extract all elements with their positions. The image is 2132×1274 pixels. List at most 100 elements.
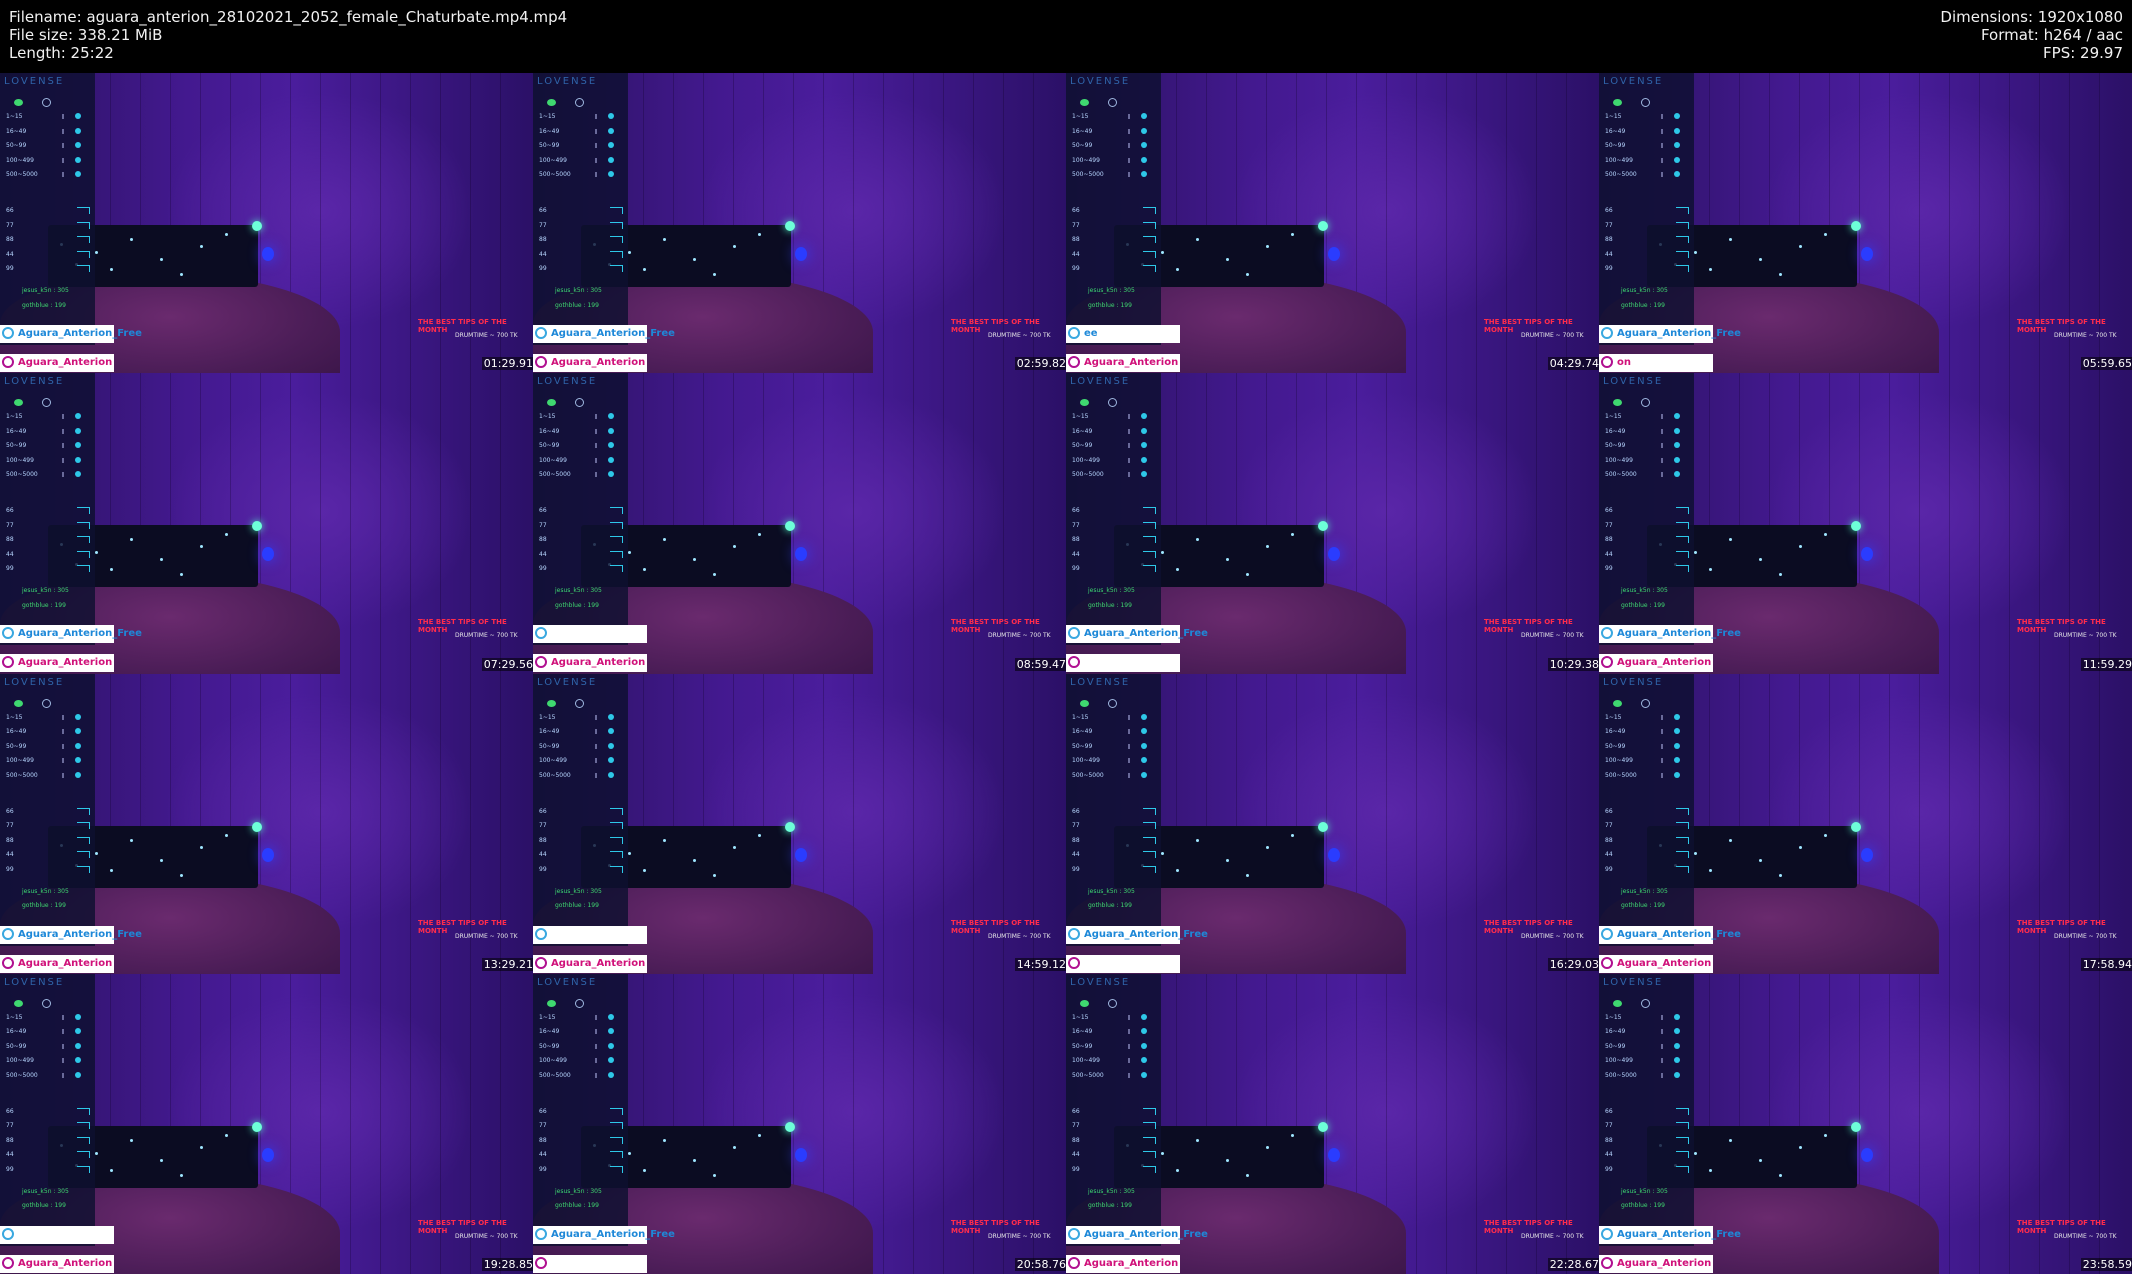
green-status-icon bbox=[1080, 99, 1089, 106]
blue-lamp bbox=[1328, 547, 1340, 562]
level-bar bbox=[1661, 157, 1663, 163]
vibe-icon bbox=[1674, 471, 1680, 478]
vibe-icon bbox=[608, 471, 614, 478]
level-bar bbox=[62, 457, 64, 463]
badge-free-text: Aguara_Anterion_Free bbox=[1084, 1228, 1208, 1240]
level-label: 16~49 bbox=[1072, 728, 1093, 735]
top-tipper: gothblue : 199 bbox=[22, 601, 66, 609]
vibe-icon bbox=[75, 427, 81, 434]
wall-stripe bbox=[913, 973, 914, 1274]
video-thumbnail[interactable]: LOVENSE 1~15 16~49 50~99 100~499 500~5000 66 77… bbox=[1066, 673, 1599, 974]
pattern-label: 88 bbox=[1605, 236, 1613, 243]
vibe-icon bbox=[1141, 471, 1147, 478]
video-thumbnail[interactable]: LOVENSE 1~15 16~49 50~99 100~499 500~5000 66 77… bbox=[533, 373, 1066, 674]
wall-stripe bbox=[350, 373, 351, 674]
led-light bbox=[110, 268, 113, 271]
drumtime-text: DRUMTIME ~ 700 TK bbox=[988, 332, 1051, 339]
level-bar bbox=[1661, 443, 1663, 449]
green-lamp bbox=[785, 1121, 795, 1132]
vibe-icon bbox=[75, 442, 81, 449]
level-label: 100~499 bbox=[6, 757, 34, 764]
level-label: 1~15 bbox=[1605, 713, 1622, 721]
lovense-panel: LOVENSE 1~15 16~49 50~99 100~499 500~5000 66 77… bbox=[1066, 73, 1161, 345]
pattern-wave-icon bbox=[610, 851, 623, 858]
wall-stripe bbox=[1979, 673, 1980, 974]
clock-icon bbox=[1641, 98, 1650, 107]
video-thumbnail[interactable]: LOVENSE 1~15 16~49 50~99 100~499 500~5000 66 77… bbox=[1599, 973, 2132, 1274]
pattern-wave-icon bbox=[77, 807, 90, 815]
lovense-logo: LOVENSE bbox=[537, 976, 598, 988]
vibe-icon bbox=[1674, 1028, 1680, 1035]
pattern-wave-icon bbox=[1143, 1122, 1156, 1130]
vibe-icon bbox=[1674, 1013, 1680, 1020]
clock-icon bbox=[1641, 998, 1650, 1008]
top-tipper: gothblue : 199 bbox=[555, 301, 599, 309]
thumbnail-timestamp: 22:28.67 bbox=[1547, 1258, 1599, 1271]
level-label: 100~499 bbox=[1072, 757, 1100, 764]
video-thumbnail[interactable]: LOVENSE 1~15 16~49 50~99 100~499 500~5000 66 77… bbox=[1599, 73, 2132, 374]
file-info: Filename: aguara_anterion_28102021_2052_… bbox=[9, 8, 567, 62]
pattern-wave-icon bbox=[1676, 507, 1689, 515]
wall-stripe bbox=[380, 73, 381, 374]
wall-stripe bbox=[1979, 373, 1980, 674]
wall-stripe bbox=[2009, 673, 2010, 974]
wall-stripe bbox=[2009, 73, 2010, 374]
pattern-label: 88 bbox=[1605, 836, 1613, 844]
blue-lamp bbox=[1328, 247, 1340, 261]
video-thumbnail[interactable]: LOVENSE 1~15 16~49 50~99 100~499 500~5000 66 77… bbox=[1599, 673, 2132, 974]
level-label: 1~15 bbox=[1072, 1013, 1089, 1021]
video-thumbnail[interactable]: LOVENSE 1~15 16~49 50~99 100~499 500~5000 66 77… bbox=[0, 73, 533, 374]
lovense-logo: LOVENSE bbox=[1070, 76, 1131, 87]
video-thumbnail[interactable]: LOVENSE 1~15 16~49 50~99 100~499 500~5000 66 77… bbox=[1066, 73, 1599, 374]
video-thumbnail[interactable]: LOVENSE 1~15 16~49 50~99 100~499 500~5000 66 77… bbox=[0, 973, 533, 1274]
level-bar bbox=[595, 128, 597, 134]
video-thumbnail[interactable]: LOVENSE 1~15 16~49 50~99 100~499 500~5000 66 77… bbox=[533, 73, 1066, 374]
profile-icon bbox=[1601, 927, 1613, 940]
pattern-label: 66 bbox=[539, 207, 547, 214]
video-thumbnail[interactable]: LOVENSE 1~15 16~49 50~99 100~499 500~5000 66 77… bbox=[0, 673, 533, 974]
blue-lamp bbox=[795, 847, 807, 862]
video-thumbnail[interactable]: LOVENSE 1~15 16~49 50~99 100~499 500~5000 66 77… bbox=[533, 973, 1066, 1274]
led-light bbox=[160, 858, 163, 862]
led-light bbox=[1196, 1138, 1199, 1142]
pattern-label: 88 bbox=[1605, 1136, 1613, 1144]
wall-stripe bbox=[2009, 373, 2010, 674]
pattern-label: 99 bbox=[1072, 1165, 1080, 1173]
vibe-icon bbox=[75, 1042, 81, 1049]
lovense-panel: LOVENSE 1~15 16~49 50~99 100~499 500~5000 66 77… bbox=[0, 673, 95, 946]
lovense-panel: LOVENSE 1~15 16~49 50~99 100~499 500~5000 66 77… bbox=[533, 373, 628, 646]
video-thumbnail[interactable]: LOVENSE 1~15 16~49 50~99 100~499 500~5000 66 77… bbox=[1066, 373, 1599, 674]
level-label: 1~15 bbox=[539, 113, 556, 120]
level-bar bbox=[1128, 128, 1130, 134]
vibe-icon bbox=[75, 771, 81, 778]
pattern-label: 44 bbox=[539, 1151, 547, 1159]
thumbnail-timestamp: 10:29.38 bbox=[1547, 657, 1599, 671]
wall-stripe bbox=[913, 73, 914, 374]
level-bar bbox=[595, 1014, 597, 1020]
video-thumbnail[interactable]: LOVENSE 1~15 16~49 50~99 100~499 500~5000 66 77… bbox=[533, 673, 1066, 974]
pattern-label: 44 bbox=[1072, 851, 1080, 858]
led-light bbox=[1824, 233, 1827, 236]
led-light bbox=[1291, 1133, 1294, 1137]
profile-icon bbox=[1068, 927, 1080, 940]
badge-free-text: Aguara_Anterion_Free bbox=[18, 328, 142, 339]
level-label: 50~99 bbox=[539, 1042, 560, 1050]
video-thumbnail[interactable]: LOVENSE 1~15 16~49 50~99 100~499 500~5000 66 77… bbox=[1066, 973, 1599, 1274]
clock-icon bbox=[1108, 98, 1117, 107]
wall-stripe bbox=[1476, 973, 1477, 1274]
level-bar bbox=[1661, 143, 1663, 148]
pattern-wave-icon bbox=[1676, 851, 1689, 858]
green-lamp bbox=[785, 821, 795, 832]
pattern-wave-icon bbox=[1676, 565, 1689, 573]
level-label: 1~15 bbox=[1605, 1013, 1622, 1021]
level-label: 500~5000 bbox=[539, 171, 571, 178]
video-thumbnail[interactable]: LOVENSE 1~15 16~49 50~99 100~499 500~5000 66 77… bbox=[0, 373, 533, 674]
wall-stripe bbox=[1949, 373, 1950, 674]
led-light bbox=[1779, 273, 1782, 276]
level-label: 500~5000 bbox=[6, 171, 38, 178]
pattern-wave-icon bbox=[1143, 1151, 1156, 1159]
led-light bbox=[1709, 268, 1712, 271]
video-thumbnail[interactable]: LOVENSE 1~15 16~49 50~99 100~499 500~5000 66 77… bbox=[1599, 373, 2132, 674]
green-status-icon bbox=[14, 999, 23, 1007]
led-light bbox=[1694, 851, 1697, 855]
